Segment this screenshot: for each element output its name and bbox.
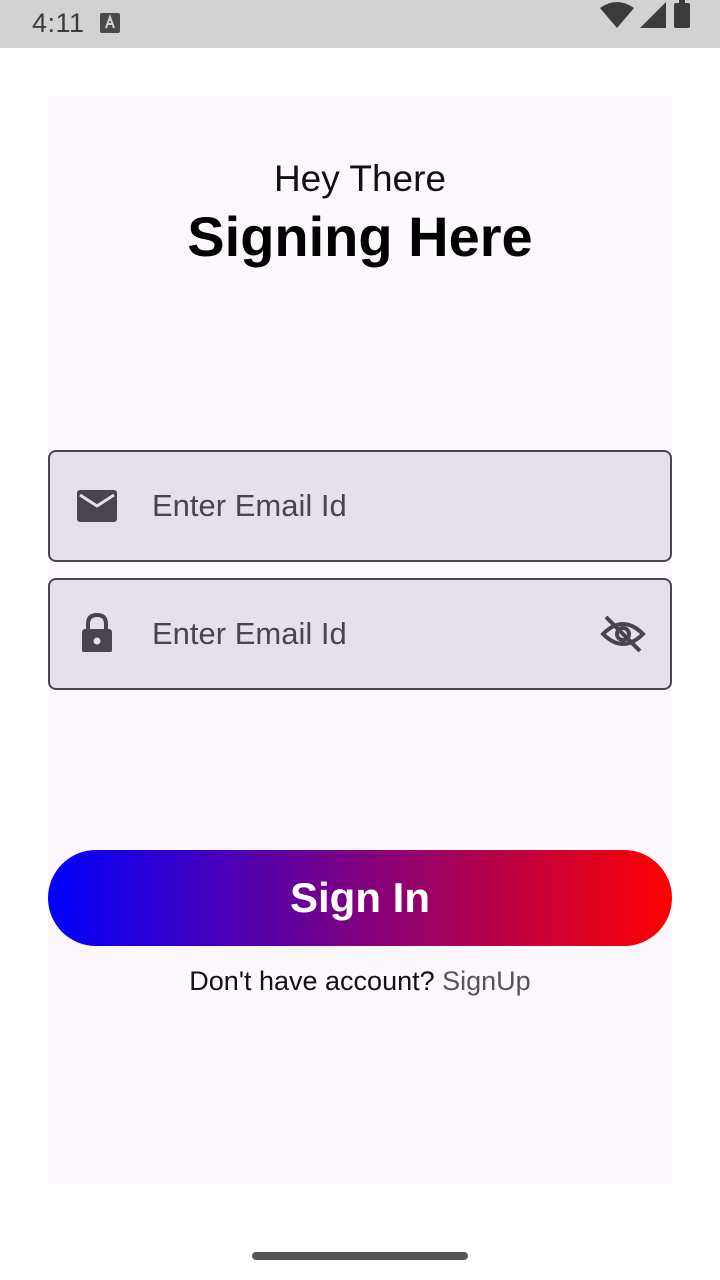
mail-icon bbox=[77, 490, 117, 522]
page-title: Signing Here bbox=[187, 205, 533, 268]
greeting-text: Hey There bbox=[273, 158, 447, 199]
status-bar: 4:11 bbox=[0, 0, 720, 48]
battery-icon bbox=[674, 0, 690, 28]
gesture-nav-handle[interactable] bbox=[252, 1252, 468, 1260]
email-input[interactable] bbox=[152, 452, 582, 560]
signup-prompt: Don't have account? bbox=[189, 966, 443, 996]
signup-row: Don't have account? SignUp bbox=[48, 966, 672, 997]
wifi-icon bbox=[600, 2, 634, 28]
password-input[interactable] bbox=[152, 580, 582, 688]
a-notification-icon bbox=[100, 13, 120, 33]
signal-icon bbox=[640, 2, 666, 28]
signup-link[interactable]: SignUp bbox=[442, 966, 531, 996]
eye-off-icon[interactable] bbox=[600, 614, 646, 654]
sign-in-button[interactable]: Sign In bbox=[48, 850, 672, 946]
lock-icon bbox=[82, 612, 112, 652]
password-field[interactable] bbox=[48, 578, 672, 690]
email-field[interactable] bbox=[48, 450, 672, 562]
status-time: 4:11 bbox=[32, 8, 85, 38]
login-card: Hey There Signing Here Sign In Don't hav… bbox=[48, 96, 672, 1184]
